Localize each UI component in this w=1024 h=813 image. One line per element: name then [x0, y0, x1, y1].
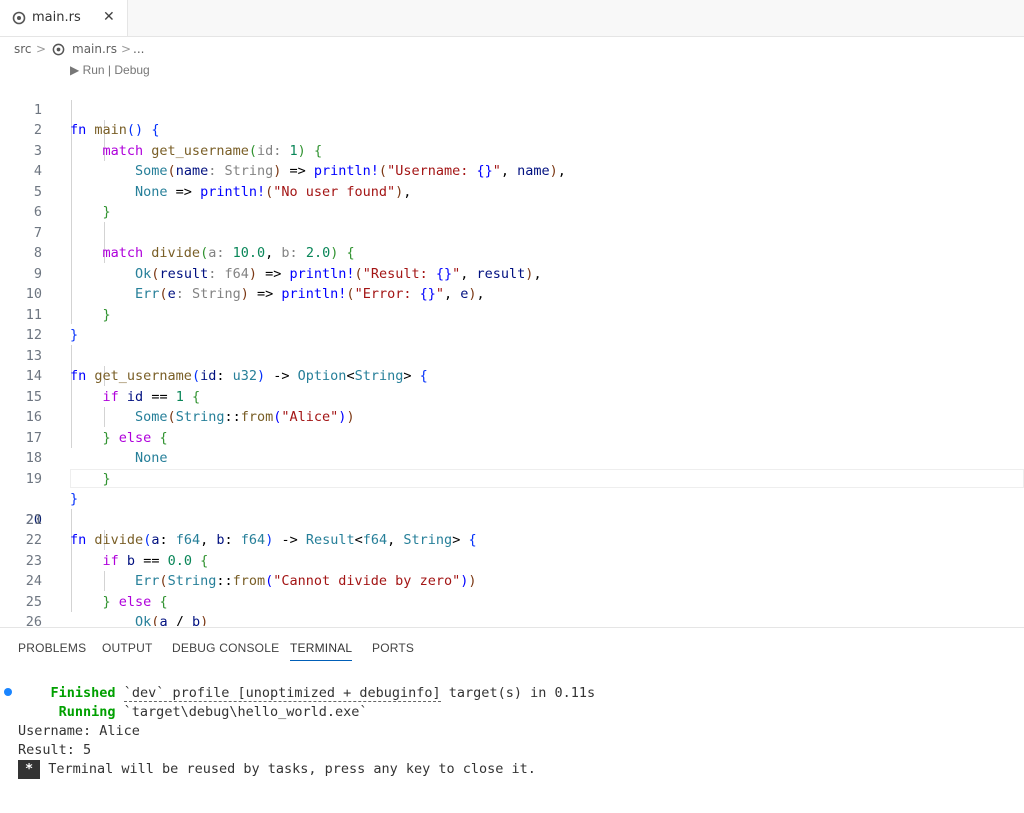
code-line: 2 match get_username(id: 1) { — [33, 122, 323, 159]
code-line: 17 None — [25, 429, 168, 467]
terminal-line-reuse: * Terminal will be reused by tasks, pres… — [18, 760, 536, 779]
code-line: 25 Ok(a / b) — [25, 593, 209, 627]
code-editor[interactable]: ▶ Run | Debug 1 fn main() { 2 match get_… — [0, 60, 1024, 626]
code-line: 24 } else { — [25, 573, 168, 610]
tab-label: main.rs — [32, 10, 81, 25]
breadcrumb-folder[interactable]: src — [14, 42, 32, 56]
code-line: 19 } — [25, 470, 79, 508]
code-line-current: 20 — [0, 468, 1024, 528]
breadcrumb-more[interactable]: ... — [133, 42, 144, 56]
tab-output[interactable]: OUTPUT — [102, 641, 153, 655]
chevron-right-icon: > — [36, 42, 47, 56]
code-line: 7 match divide(a: 10.0, b: 2.0) { — [33, 224, 355, 262]
code-line: 18 } — [25, 450, 111, 487]
code-line: 3 Some(name: String) => println!("Userna… — [33, 142, 566, 180]
code-line: 15 Some(String::from("Alice")) — [25, 388, 355, 426]
chevron-right-icon: > — [121, 42, 132, 56]
code-line: 21 fn divide(a: f64, b: f64) -> Result<f… — [25, 511, 477, 549]
terminal-line-running: Running `target\debug\hello_world.exe` — [58, 704, 368, 720]
terminal-line-output: Result: 5 — [18, 742, 92, 758]
tab-debug-console[interactable]: DEBUG CONSOLE — [172, 641, 279, 655]
code-line: 6 — [33, 204, 42, 220]
rust-icon — [12, 11, 26, 25]
code-line: 10 } — [25, 286, 111, 323]
breadcrumb-file[interactable]: main.rs — [72, 42, 117, 56]
codelens-run-debug[interactable]: ▶ Run | Debug — [70, 63, 150, 77]
tab-problems[interactable]: PROBLEMS — [18, 641, 86, 655]
code-line: 9 Err(e: String) => println!("Error: {}"… — [33, 265, 485, 303]
code-line: 27 } — [0, 612, 1024, 626]
code-line: 16 } else { — [25, 409, 168, 446]
code-line: 8 Ok(result: f64) => println!("Result: {… — [33, 245, 542, 282]
current-line-highlight — [70, 468, 1024, 488]
tab-main-rs[interactable]: main.rs ✕ — [0, 0, 128, 36]
tab-ports[interactable]: PORTS — [372, 641, 414, 655]
star-badge: * — [18, 760, 41, 779]
code-line: 4 None => println!("No user found"), — [33, 163, 412, 200]
tab-bar: main.rs ✕ — [0, 0, 1024, 37]
code-line: 23 Err(String::from("Cannot divide by ze… — [25, 552, 477, 590]
rust-icon — [52, 43, 65, 56]
code-line: 13 fn get_username(id: u32) -> Option<St… — [25, 347, 428, 385]
tab-terminal[interactable]: TERMINAL — [290, 641, 353, 661]
code-line: 22 if b == 0.0 { — [25, 532, 209, 569]
terminal-line-output: Username: Alice — [18, 723, 140, 739]
code-line: 1 fn main() { — [33, 101, 160, 139]
code-line: 26 } — [25, 614, 42, 626]
close-icon[interactable]: ✕ — [103, 9, 115, 25]
terminal-line-finished: Finished `dev` profile [unoptimized + de… — [50, 685, 596, 702]
code-line: 11 } — [25, 306, 79, 344]
code-line: 12 — [25, 327, 42, 343]
code-line: 14 if id == 1 { — [25, 368, 201, 405]
command-status-dot-icon[interactable] — [4, 688, 12, 696]
code-line: 5 } — [33, 183, 111, 221]
bottom-panel: PROBLEMS OUTPUT DEBUG CONSOLE TERMINAL P… — [0, 627, 1024, 813]
